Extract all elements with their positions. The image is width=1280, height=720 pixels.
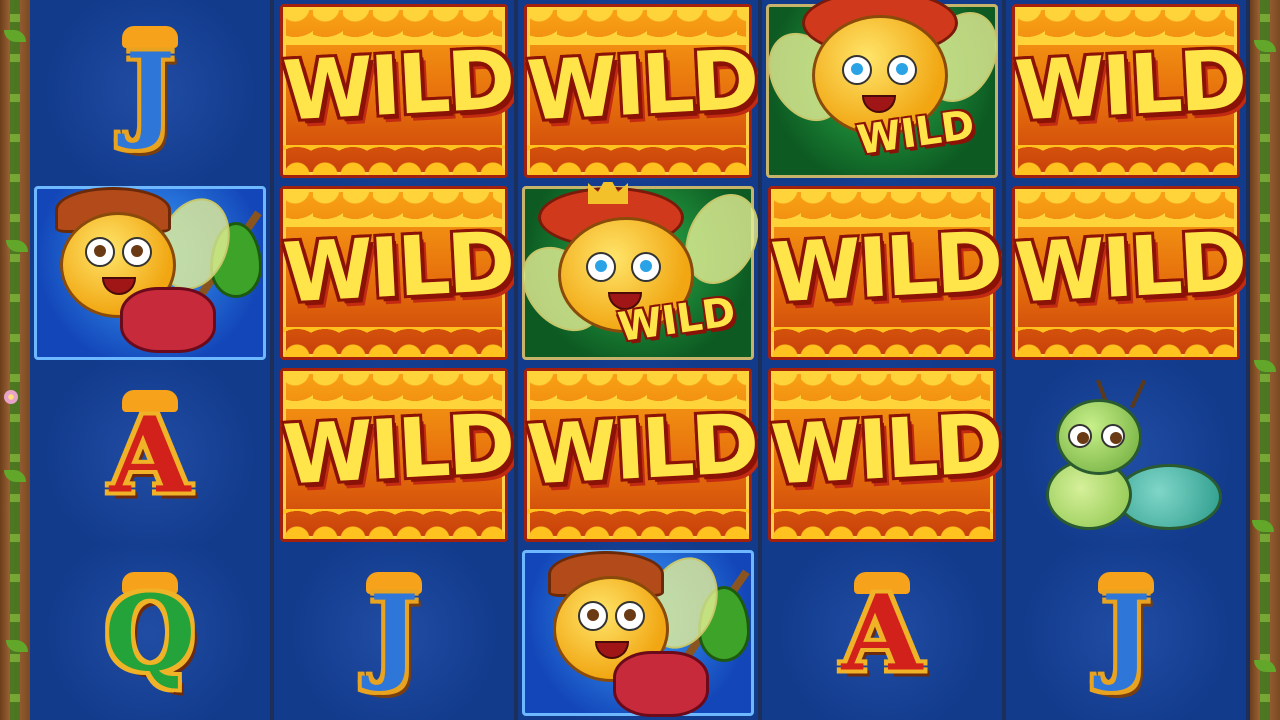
wild-symbol: WILD bbox=[524, 368, 759, 542]
slot-reel-grid: J WILD WILD WILD WILD WILD WILD WILD WIL… bbox=[30, 0, 1250, 720]
leaf-icon bbox=[1252, 520, 1274, 532]
reel-cell: J bbox=[1006, 546, 1250, 720]
wild-label: WILD bbox=[280, 32, 515, 140]
symbol-j: J bbox=[369, 571, 419, 695]
wild-label: WILD bbox=[768, 396, 1003, 504]
reel-cell: A bbox=[762, 546, 1006, 720]
symbol-a: A bbox=[841, 571, 923, 695]
wild-symbol: WILD bbox=[1012, 186, 1247, 360]
wild-symbol: WILD bbox=[280, 186, 515, 360]
leaf-icon bbox=[1254, 360, 1276, 372]
symbol-a: A bbox=[109, 393, 191, 517]
eye-icon bbox=[578, 601, 608, 631]
flower-icon bbox=[4, 390, 18, 404]
wild-symbol: WILD bbox=[768, 186, 1003, 360]
vine-decoration bbox=[10, 0, 20, 720]
eye-icon bbox=[842, 55, 872, 85]
wild-label: WILD bbox=[768, 214, 1003, 322]
right-frame-border bbox=[1250, 0, 1280, 720]
wild-label: WILD bbox=[1012, 32, 1247, 140]
reel-cell: WILD bbox=[274, 364, 518, 546]
leaf-icon bbox=[4, 30, 26, 42]
wild-label: WILD bbox=[524, 396, 759, 504]
reel-cell: WILD bbox=[274, 182, 518, 364]
reel-cell: WILD bbox=[518, 364, 762, 546]
eye-icon bbox=[615, 601, 645, 631]
wild-label: WILD bbox=[280, 214, 515, 322]
leaf-icon bbox=[1254, 660, 1276, 672]
reel-cell: WILD bbox=[518, 0, 762, 182]
wild-label: WILD bbox=[280, 396, 515, 504]
eye-icon bbox=[586, 252, 616, 282]
wild-symbol: WILD bbox=[280, 368, 515, 542]
wild-label: WILD bbox=[1012, 214, 1247, 322]
eye-icon bbox=[122, 237, 152, 267]
reel-cell: WILD bbox=[518, 182, 762, 364]
reel-cell: Q bbox=[30, 546, 274, 720]
wild-symbol: WILD bbox=[280, 4, 515, 178]
wild-label: WILD bbox=[524, 32, 759, 140]
reel-cell: WILD bbox=[762, 182, 1006, 364]
reel-cell: J bbox=[30, 0, 274, 182]
eye-icon bbox=[1101, 424, 1125, 448]
reel-cell: WILD bbox=[762, 0, 1006, 182]
reel-cell: A bbox=[30, 364, 274, 546]
left-frame-border bbox=[0, 0, 30, 720]
reel-cell: WILD bbox=[1006, 182, 1250, 364]
symbol-q: Q bbox=[104, 571, 196, 695]
eye-icon bbox=[1068, 424, 1092, 448]
eye-icon bbox=[85, 237, 115, 267]
reel-cell: WILD bbox=[274, 0, 518, 182]
wild-symbol: WILD bbox=[524, 4, 759, 178]
reel-cell: WILD bbox=[762, 364, 1006, 546]
wild-symbol: WILD bbox=[1012, 4, 1247, 178]
shirt-icon bbox=[120, 287, 216, 353]
reel-cell bbox=[518, 546, 762, 720]
leaf-icon bbox=[1254, 40, 1276, 52]
reel-cell: WILD bbox=[1006, 0, 1250, 182]
eye-icon bbox=[887, 55, 917, 85]
wild-symbol: WILD bbox=[768, 368, 1003, 542]
symbol-j: J bbox=[125, 29, 175, 153]
shirt-icon bbox=[613, 651, 709, 717]
symbol-j: J bbox=[1101, 571, 1151, 695]
leaf-icon bbox=[4, 470, 26, 482]
reel-cell: J bbox=[274, 546, 518, 720]
antenna-icon bbox=[1129, 379, 1147, 409]
reel-cell bbox=[1006, 364, 1250, 546]
reel-cell bbox=[30, 182, 274, 364]
eye-icon bbox=[631, 252, 661, 282]
